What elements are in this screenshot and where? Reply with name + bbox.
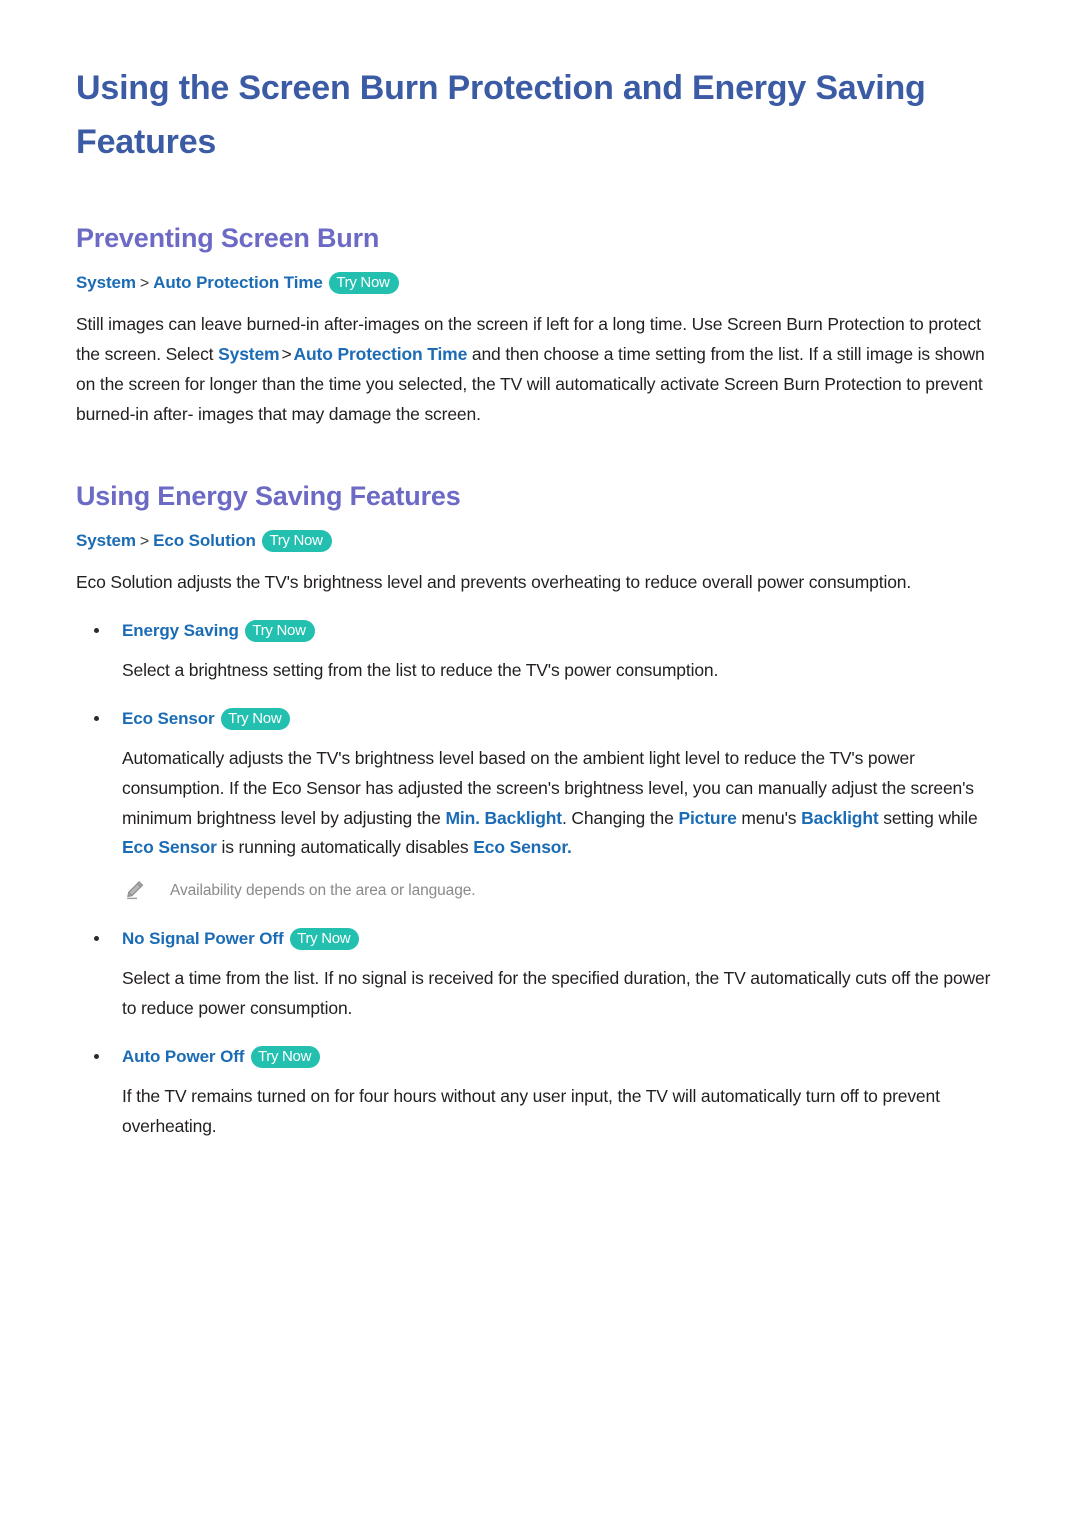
breadcrumb-separator-icon: > [139,533,150,551]
list-item: Eco Sensor Try Now Automatically adjusts… [76,708,1008,902]
bullet-label-eco-sensor: Eco Sensor Try Now [76,708,1008,731]
section-heading-preventing-screen-burn: Preventing Screen Burn [76,223,380,254]
inline-link-eco-sensor-2[interactable]: Eco Sensor [473,837,567,857]
breadcrumb-root[interactable]: System [76,531,136,550]
inline-link-auto-protection-time[interactable]: Auto Protection Time [294,344,468,364]
note-text: Availability depends on the area or lang… [170,882,476,900]
bullet-label-auto-power-off: Auto Power Off Try Now [76,1045,1008,1068]
try-now-badge[interactable]: Try Now [329,272,399,295]
bullet-dot-icon [94,1053,99,1059]
list-item: Auto Power Off Try Now If the TV remains… [76,1045,1008,1142]
text-part-6: . [567,837,572,858]
bullet-dot-icon [94,628,99,634]
bullet-dot-icon [94,716,99,722]
text-part-5: is running automatically disables [216,837,474,858]
section-heading-using-energy-saving-features: Using Energy Saving Features [76,481,461,512]
inline-link-picture[interactable]: Picture [678,808,736,828]
page-title: Using the Screen Burn Protection and Ene… [76,62,976,169]
bullet-label-energy-saving: Energy Saving Try Now [76,620,1008,643]
page-content: Using the Screen Burn Protection and Ene… [76,62,1008,1142]
section-using-energy-saving-features: Using Energy Saving Features System > Eco … [76,481,1008,1141]
bullet-title[interactable]: No Signal Power Off [122,929,284,948]
breadcrumb-leaf[interactable]: Eco Solution [153,531,256,550]
breadcrumb-auto-protection-time: System > Auto Protection Time Try Now [76,272,1008,295]
bullet-dot-icon [94,936,99,942]
bullet-description: If the TV remains turned on for four hou… [122,1086,940,1136]
bullet-title[interactable]: Eco Sensor [122,709,215,728]
list-item: No Signal Power Off Try Now Select a tim… [76,928,1008,1024]
text-part-3: menu's [736,807,802,828]
list-item: Energy Saving Try Now Select a brightnes… [76,620,1008,686]
try-now-badge[interactable]: Try Now [245,620,315,643]
breadcrumb-root[interactable]: System [76,273,136,292]
text-part-4: setting while [878,807,978,828]
page-title-line-1: Using the Screen Burn Protection and Ene… [76,69,926,107]
paragraph-screen-burn: Still images can leave burned-in after-i… [76,310,1006,429]
try-now-badge[interactable]: Try Now [290,928,360,951]
bullet-description: Select a time from the list. If no signa… [122,968,991,1019]
breadcrumb-separator-icon: > [139,275,150,293]
inline-link-min-backlight[interactable]: Min. Backlight [445,808,562,828]
inline-separator-icon: > [281,344,292,365]
inline-link-backlight[interactable]: Backlight [801,808,879,828]
inline-link-system[interactable]: System [218,344,280,364]
text-part-2: . Changing the [561,807,679,828]
paragraph-eco-solution: Eco Solution adjusts the TV's brightness… [76,572,912,593]
bullet-description: Automatically adjusts the TV's brightnes… [122,744,1008,863]
bullet-title[interactable]: Auto Power Off [122,1047,244,1066]
inline-link-eco-sensor-1[interactable]: Eco Sensor [122,837,217,857]
try-now-badge[interactable]: Try Now [262,530,332,553]
pencil-icon [124,879,146,901]
bullet-label-no-signal-power-off: No Signal Power Off Try Now [76,928,1008,951]
breadcrumb-leaf[interactable]: Auto Protection Time [153,273,323,292]
manual-page: Using the Screen Burn Protection and Ene… [0,0,1080,1527]
note-availability: Availability depends on the area or lang… [122,879,1008,902]
breadcrumb-eco-solution: System > Eco Solution Try Now [76,530,1008,553]
try-now-badge[interactable]: Try Now [250,1045,321,1068]
page-title-line-2: Features [76,122,217,161]
try-now-badge[interactable]: Try Now [221,708,291,731]
bullet-title[interactable]: Energy Saving [122,621,239,640]
bullet-description: Select a brightness setting from the lis… [122,660,719,681]
section-preventing-screen-burn: Preventing Screen Burn System > Auto Prote… [76,223,1008,429]
eco-solution-feature-list: Energy Saving Try Now Select a brightnes… [76,620,1008,1141]
